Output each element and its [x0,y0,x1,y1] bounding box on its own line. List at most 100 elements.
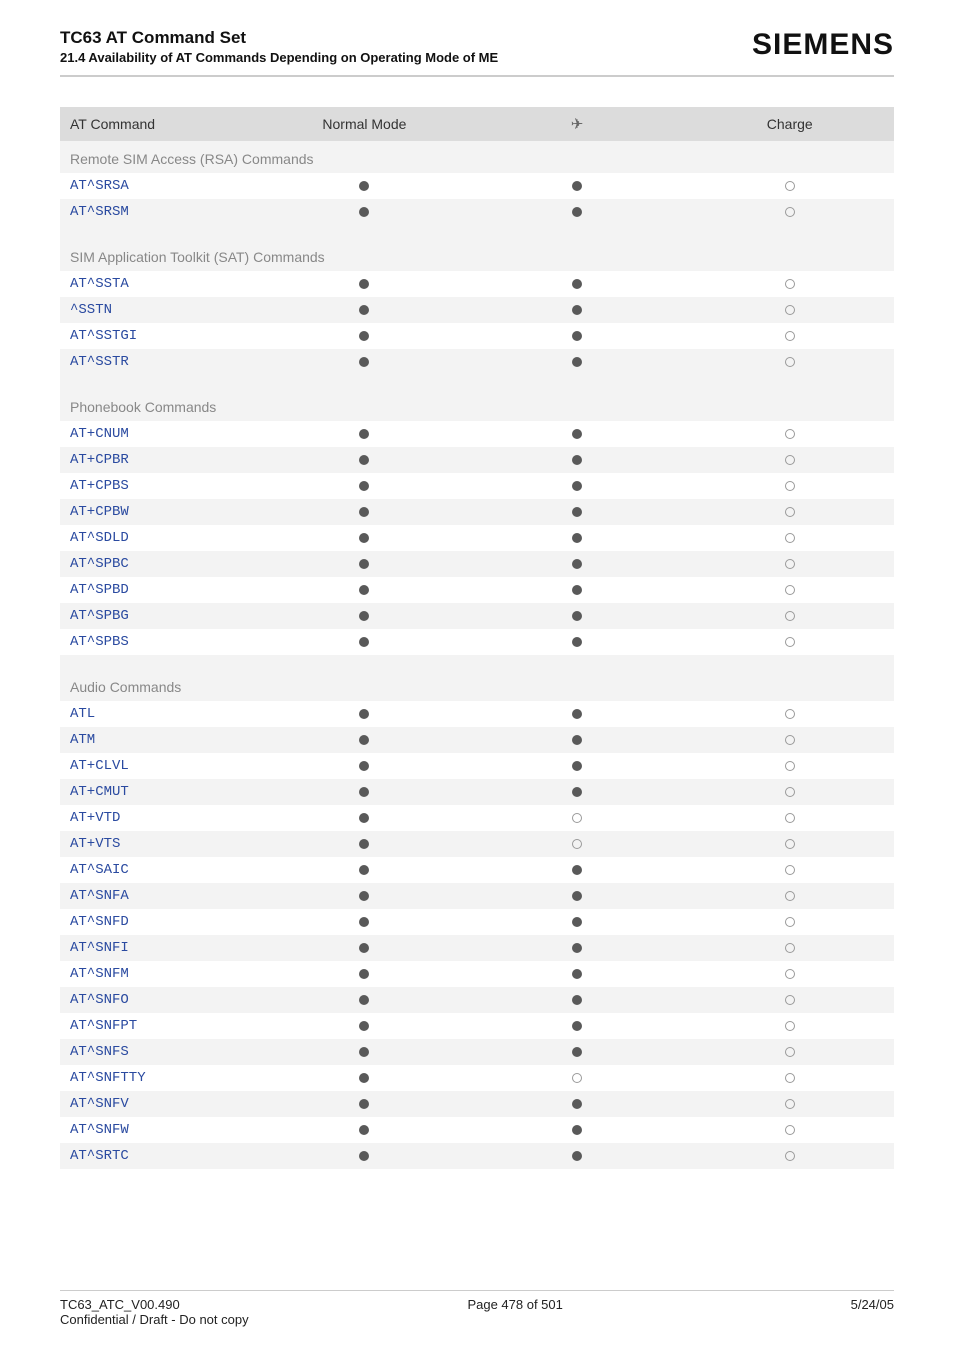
table-row: AT^SPBS [60,629,894,655]
cell-normal-mode [260,1013,469,1039]
at-command-link[interactable]: ATM [60,727,260,753]
at-command-link[interactable]: AT^SNFW [60,1117,260,1143]
table-row: AT^SSTR [60,349,894,375]
empty-dot-icon [785,839,795,849]
at-command-link[interactable]: AT^SPBS [60,629,260,655]
brand-logo: SIEMENS [752,28,894,62]
at-command-link[interactable]: AT^SSTGI [60,323,260,349]
filled-dot-icon [572,995,582,1005]
cell-airplane-mode [469,603,686,629]
at-command-link[interactable]: AT^SDLD [60,525,260,551]
at-command-link[interactable]: AT^SPBC [60,551,260,577]
filled-dot-icon [572,943,582,953]
cell-charge-mode [685,173,894,199]
at-command-link[interactable]: AT^SNFPT [60,1013,260,1039]
cell-airplane-mode [469,1065,686,1091]
filled-dot-icon [359,839,369,849]
empty-dot-icon [572,839,582,849]
footer-confidential: Confidential / Draft - Do not copy [60,1312,894,1327]
at-command-link[interactable]: AT^SNFM [60,961,260,987]
cell-charge-mode [685,525,894,551]
at-command-link[interactable]: AT^SPBD [60,577,260,603]
at-command-link[interactable]: AT^SRTC [60,1143,260,1169]
cell-charge-mode [685,857,894,883]
cell-charge-mode [685,1091,894,1117]
cell-airplane-mode [469,701,686,727]
empty-dot-icon [572,813,582,823]
table-row: AT^SNFM [60,961,894,987]
cell-airplane-mode [469,1091,686,1117]
footer-row: TC63_ATC_V00.490 Page 478 of 501 5/24/05 [60,1297,894,1312]
cell-normal-mode [260,271,469,297]
at-command-link[interactable]: AT^SNFD [60,909,260,935]
at-command-link[interactable]: AT^SRSA [60,173,260,199]
cell-airplane-mode [469,909,686,935]
cell-normal-mode [260,499,469,525]
at-command-link[interactable]: AT^SPBG [60,603,260,629]
at-command-link[interactable]: ATL [60,701,260,727]
filled-dot-icon [572,507,582,517]
cell-normal-mode [260,831,469,857]
at-command-link[interactable]: AT^SNFI [60,935,260,961]
empty-dot-icon [785,1047,795,1057]
at-command-link[interactable]: AT+VTD [60,805,260,831]
at-command-link[interactable]: AT^SAIC [60,857,260,883]
filled-dot-icon [359,559,369,569]
at-command-link[interactable]: AT+CPBW [60,499,260,525]
at-command-link[interactable]: AT+CPBS [60,473,260,499]
filled-dot-icon [359,761,369,771]
table-row: AT^SNFO [60,987,894,1013]
at-command-link[interactable]: AT+CMUT [60,779,260,805]
table-row: AT^SRSA [60,173,894,199]
at-command-link[interactable]: AT+CNUM [60,421,260,447]
empty-dot-icon [785,1151,795,1161]
cell-normal-mode [260,701,469,727]
at-command-link[interactable]: AT^SNFS [60,1039,260,1065]
at-command-link[interactable]: ^SSTN [60,297,260,323]
at-command-link[interactable]: AT^SRSM [60,199,260,225]
cell-airplane-mode [469,883,686,909]
at-command-link[interactable]: AT^SNFO [60,987,260,1013]
cell-normal-mode [260,805,469,831]
filled-dot-icon [359,429,369,439]
cell-airplane-mode [469,323,686,349]
cell-airplane-mode [469,349,686,375]
cell-airplane-mode [469,499,686,525]
cell-charge-mode [685,779,894,805]
at-command-link[interactable]: AT^SNFV [60,1091,260,1117]
cell-normal-mode [260,1143,469,1169]
table-row: AT^SNFTTY [60,1065,894,1091]
filled-dot-icon [359,709,369,719]
table-row: AT+VTD [60,805,894,831]
header-left: TC63 AT Command Set 21.4 Availability of… [60,28,498,65]
at-command-link[interactable]: AT+CPBR [60,447,260,473]
at-command-link[interactable]: AT^SNFTTY [60,1065,260,1091]
empty-dot-icon [785,969,795,979]
at-command-link[interactable]: AT^SNFA [60,883,260,909]
at-command-link[interactable]: AT+VTS [60,831,260,857]
cell-normal-mode [260,909,469,935]
table-row: AT+CNUM [60,421,894,447]
cell-charge-mode [685,1039,894,1065]
section-title: Remote SIM Access (RSA) Commands [60,141,894,173]
filled-dot-icon [359,207,369,217]
table-row: AT^SNFD [60,909,894,935]
col-normal-mode: Normal Mode [260,107,469,141]
cell-airplane-mode [469,173,686,199]
empty-dot-icon [785,1073,795,1083]
filled-dot-icon [359,995,369,1005]
filled-dot-icon [572,865,582,875]
empty-dot-icon [785,637,795,647]
at-command-link[interactable]: AT+CLVL [60,753,260,779]
filled-dot-icon [572,429,582,439]
table-row: AT^SNFA [60,883,894,909]
at-command-link[interactable]: AT^SSTR [60,349,260,375]
table-row: AT^SNFW [60,1117,894,1143]
cell-charge-mode [685,1117,894,1143]
cell-normal-mode [260,447,469,473]
at-command-link[interactable]: AT^SSTA [60,271,260,297]
filled-dot-icon [359,813,369,823]
cell-charge-mode [685,701,894,727]
cell-normal-mode [260,1065,469,1091]
page: TC63 AT Command Set 21.4 Availability of… [0,0,954,1351]
